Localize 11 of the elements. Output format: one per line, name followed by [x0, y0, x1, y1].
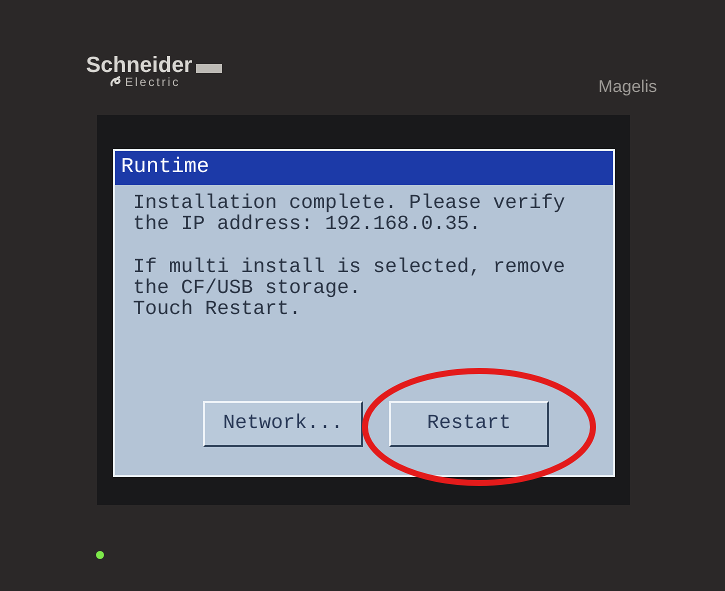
brand-subtitle: Electric	[125, 76, 180, 88]
message-text: If multi install is selected, remove the CF/USB storage.	[133, 257, 566, 299]
message-text: Installation complete. Please verify the IP address: 192.168.0.35.	[133, 193, 566, 235]
dialog-title: Runtime	[121, 155, 210, 182]
swirl-icon	[110, 76, 122, 88]
brand-name: Schneider	[86, 54, 192, 76]
dialog-button[interactable]: Network...	[203, 401, 363, 447]
logo-bar-icon	[196, 64, 222, 72]
dialog-button[interactable]: Restart	[389, 401, 549, 447]
message-text: Touch Restart.	[133, 299, 302, 320]
model-name: Magelis	[598, 76, 657, 98]
